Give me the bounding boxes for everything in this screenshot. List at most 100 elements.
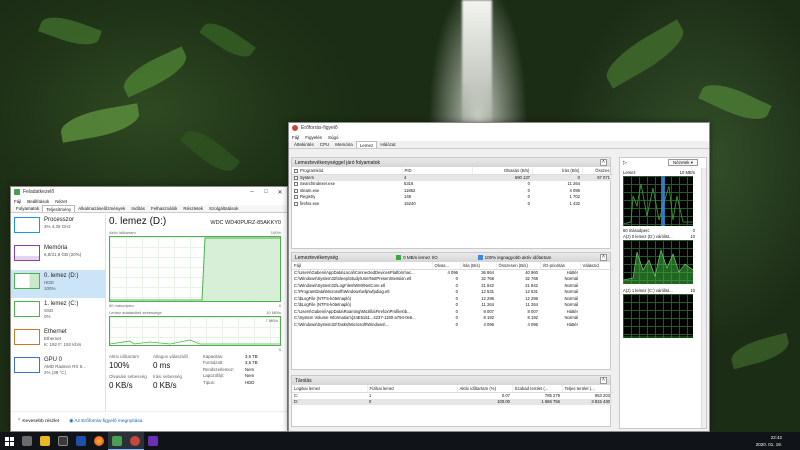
collapse-icon[interactable]: ˄ (600, 159, 607, 166)
taskbar-app-firefox[interactable] (90, 432, 108, 450)
column-header[interactable]: Teljes terület (... (562, 385, 613, 393)
open-resource-monitor-label: Az Erőforrás-figyelő megnyitása (74, 419, 143, 424)
taskbar-app-task-manager[interactable] (108, 432, 126, 450)
taskbar-app-files[interactable] (36, 432, 54, 450)
menu-monitor[interactable]: Figyelés (305, 135, 322, 140)
task-manager-titlebar[interactable]: Feladatkezelő – □ ✕ (11, 187, 287, 197)
checkbox-icon[interactable] (294, 188, 298, 193)
active-time-label: Aktív időtartam (109, 354, 140, 359)
tab-app-history[interactable]: Alkalmazáselőzmények (75, 205, 128, 212)
graph-title: Lemez (623, 170, 636, 175)
column-header[interactable]: Fájl (292, 262, 433, 270)
taskbar-clock[interactable]: 22:42 2020. 01. 19. (756, 434, 782, 448)
column-header[interactable]: Fizikai lemez (367, 385, 458, 393)
disk-properties-keys: Kapacitás: Formázott: Rendszerlemez: Lap… (203, 354, 234, 386)
column-header[interactable]: Logikai lemez (292, 385, 368, 393)
menu-options[interactable]: Beállítások (27, 199, 49, 204)
column-header[interactable]: Írás (B/s) (460, 262, 497, 270)
taskbar-app-resource-monitor[interactable] (126, 432, 144, 450)
column-header[interactable]: Szabad terület (... (512, 385, 563, 393)
tab-startup[interactable]: Indítás (128, 205, 148, 212)
menu-help[interactable]: Súgó (328, 135, 339, 140)
menu-file[interactable]: Fájl (292, 135, 299, 140)
leaf-decoration (728, 332, 792, 370)
tab-overview[interactable]: Áttekintés (291, 141, 317, 148)
active-time-value: 100% (109, 361, 130, 370)
graph-time-label: 60 másodperc (623, 228, 650, 233)
sidebar-item-disk-0[interactable]: 0. lemez (D:) HDD 100% (11, 270, 105, 298)
sidebar-item-ethernet[interactable]: Ethernet Ethernet K: 192 F: 192 Kb/s (11, 326, 105, 354)
tab-network[interactable]: Hálózat (377, 141, 398, 148)
views-label: Nézetek (672, 160, 690, 165)
tab-processes[interactable]: Folyamatok (13, 205, 42, 212)
column-header[interactable]: Olvas... (432, 262, 461, 270)
sidebar-item-gpu[interactable]: GPU 0 AMD Radeon RX 5... 2% (39 °C) (11, 354, 105, 382)
checkbox-icon[interactable] (294, 175, 298, 180)
column-header[interactable]: Olvasás (B/s) (472, 167, 533, 175)
maximize-icon[interactable]: □ (259, 187, 273, 197)
sidebar-item-sub: AMD Radeon RX 5... (44, 364, 87, 369)
write-speed-value: 0 KB/s (153, 381, 177, 390)
column-header[interactable]: Írás (B/s) (532, 167, 583, 175)
active-time-badge: 100% legnagyobb aktív időtartam (477, 255, 551, 260)
tab-details[interactable]: Részletek (180, 205, 206, 212)
open-resource-monitor-link[interactable]: ◉ Az Erőforrás-figyelő megnyitása (69, 419, 142, 424)
taskbar-app-video[interactable] (144, 432, 162, 450)
column-header[interactable]: Összesen (B/s) (496, 262, 541, 270)
sidebar-item-label: Ethernet (44, 329, 67, 335)
minimize-icon[interactable]: – (245, 187, 259, 197)
start-button[interactable] (0, 432, 18, 450)
table-row[interactable]: D: 0 100.00 1 666 756 3 815 430 (292, 398, 612, 405)
table-row[interactable]: C:\Windows\System32\Tasks\Microsoft\Wind… (292, 321, 612, 328)
table-row[interactable]: firefox.exe 15240 0 1 432 (292, 200, 612, 207)
sidebar-item-disk-1[interactable]: 1. lemez (C:) SSD 0% (11, 298, 105, 326)
graph-pane-scrollbar[interactable] (701, 168, 706, 428)
tab-memory[interactable]: Memória (332, 141, 356, 148)
window-title: Erőforrás-figyelő (301, 125, 338, 131)
disk-graph-plot (622, 176, 693, 226)
storage-section: Tárolás ˄ Logikai lemez Fizikai lemez Ak… (291, 375, 613, 427)
menu-view[interactable]: Nézet (55, 199, 67, 204)
menu-file[interactable]: Fájl (14, 199, 21, 204)
column-header[interactable]: I/O-prioritás (540, 262, 581, 270)
table-header-row: Fájl Olvas... Írás (B/s) Összesen (B/s) … (292, 262, 613, 270)
column-header[interactable]: Aktív időtartam (%) (457, 385, 513, 393)
disk-graph-icon (14, 273, 40, 289)
column-header[interactable]: Összes (582, 167, 613, 175)
tab-cpu[interactable]: CPU (317, 141, 333, 148)
taskbar-app-calculator[interactable] (54, 432, 72, 450)
collapse-icon[interactable]: ˄ (600, 377, 607, 384)
sidebar-item-cpu[interactable]: Processzor 3% 4,35 GHz (11, 214, 105, 242)
storage-section-header[interactable]: Tárolás ˄ (292, 376, 610, 385)
close-icon[interactable]: ✕ (273, 187, 287, 197)
checkbox-icon[interactable] (294, 195, 298, 200)
views-dropdown[interactable]: Nézetek ▾ (667, 159, 698, 166)
taskbar-app-media[interactable] (72, 432, 90, 450)
disk-model: WDC WD40PURZ-85AKKY0 (210, 220, 281, 226)
sidebar-item-memory[interactable]: Memória 6,8/31,9 GB (20%) (11, 242, 105, 270)
column-header[interactable]: Válaszid (580, 262, 613, 270)
tab-services[interactable]: Szolgáltatások (206, 205, 241, 212)
checkbox-icon[interactable] (294, 182, 298, 187)
column-header[interactable]: Programkód (292, 167, 403, 175)
tab-disk[interactable]: Lemez (355, 141, 378, 148)
graph-max-label: 100% (270, 230, 281, 235)
tab-performance[interactable]: Teljesítmény (42, 205, 76, 212)
checkbox-icon[interactable] (294, 201, 298, 206)
disk-activity-section-header[interactable]: Lemeztevékenység 0 MB/s lemez I/O 100% l… (292, 253, 610, 262)
tab-users[interactable]: Felhasználók (148, 205, 181, 212)
section-title: Lemeztevékenységgel járó folyamatok (295, 159, 381, 166)
fewer-details-button[interactable]: ⌃ Kevesebb részlet (17, 419, 59, 424)
active-time-plot (110, 237, 280, 301)
processes-section-header[interactable]: Lemeztevékenységgel járó folyamatok ˄ (292, 158, 610, 167)
expand-icon[interactable]: ▷ (623, 160, 627, 166)
column-header[interactable]: PID (402, 167, 473, 175)
graph-max: 10 (690, 288, 695, 293)
checkbox-icon[interactable] (294, 168, 298, 173)
resource-monitor-icon: ◉ (69, 419, 74, 424)
resource-monitor-titlebar[interactable]: Erőforrás-figyelő (289, 123, 709, 133)
graph-max: 10 (690, 234, 695, 239)
taskbar-app-explorer[interactable] (18, 432, 36, 450)
section-title: Lemeztevékenység (295, 254, 339, 261)
collapse-icon[interactable]: ˄ (600, 254, 607, 261)
